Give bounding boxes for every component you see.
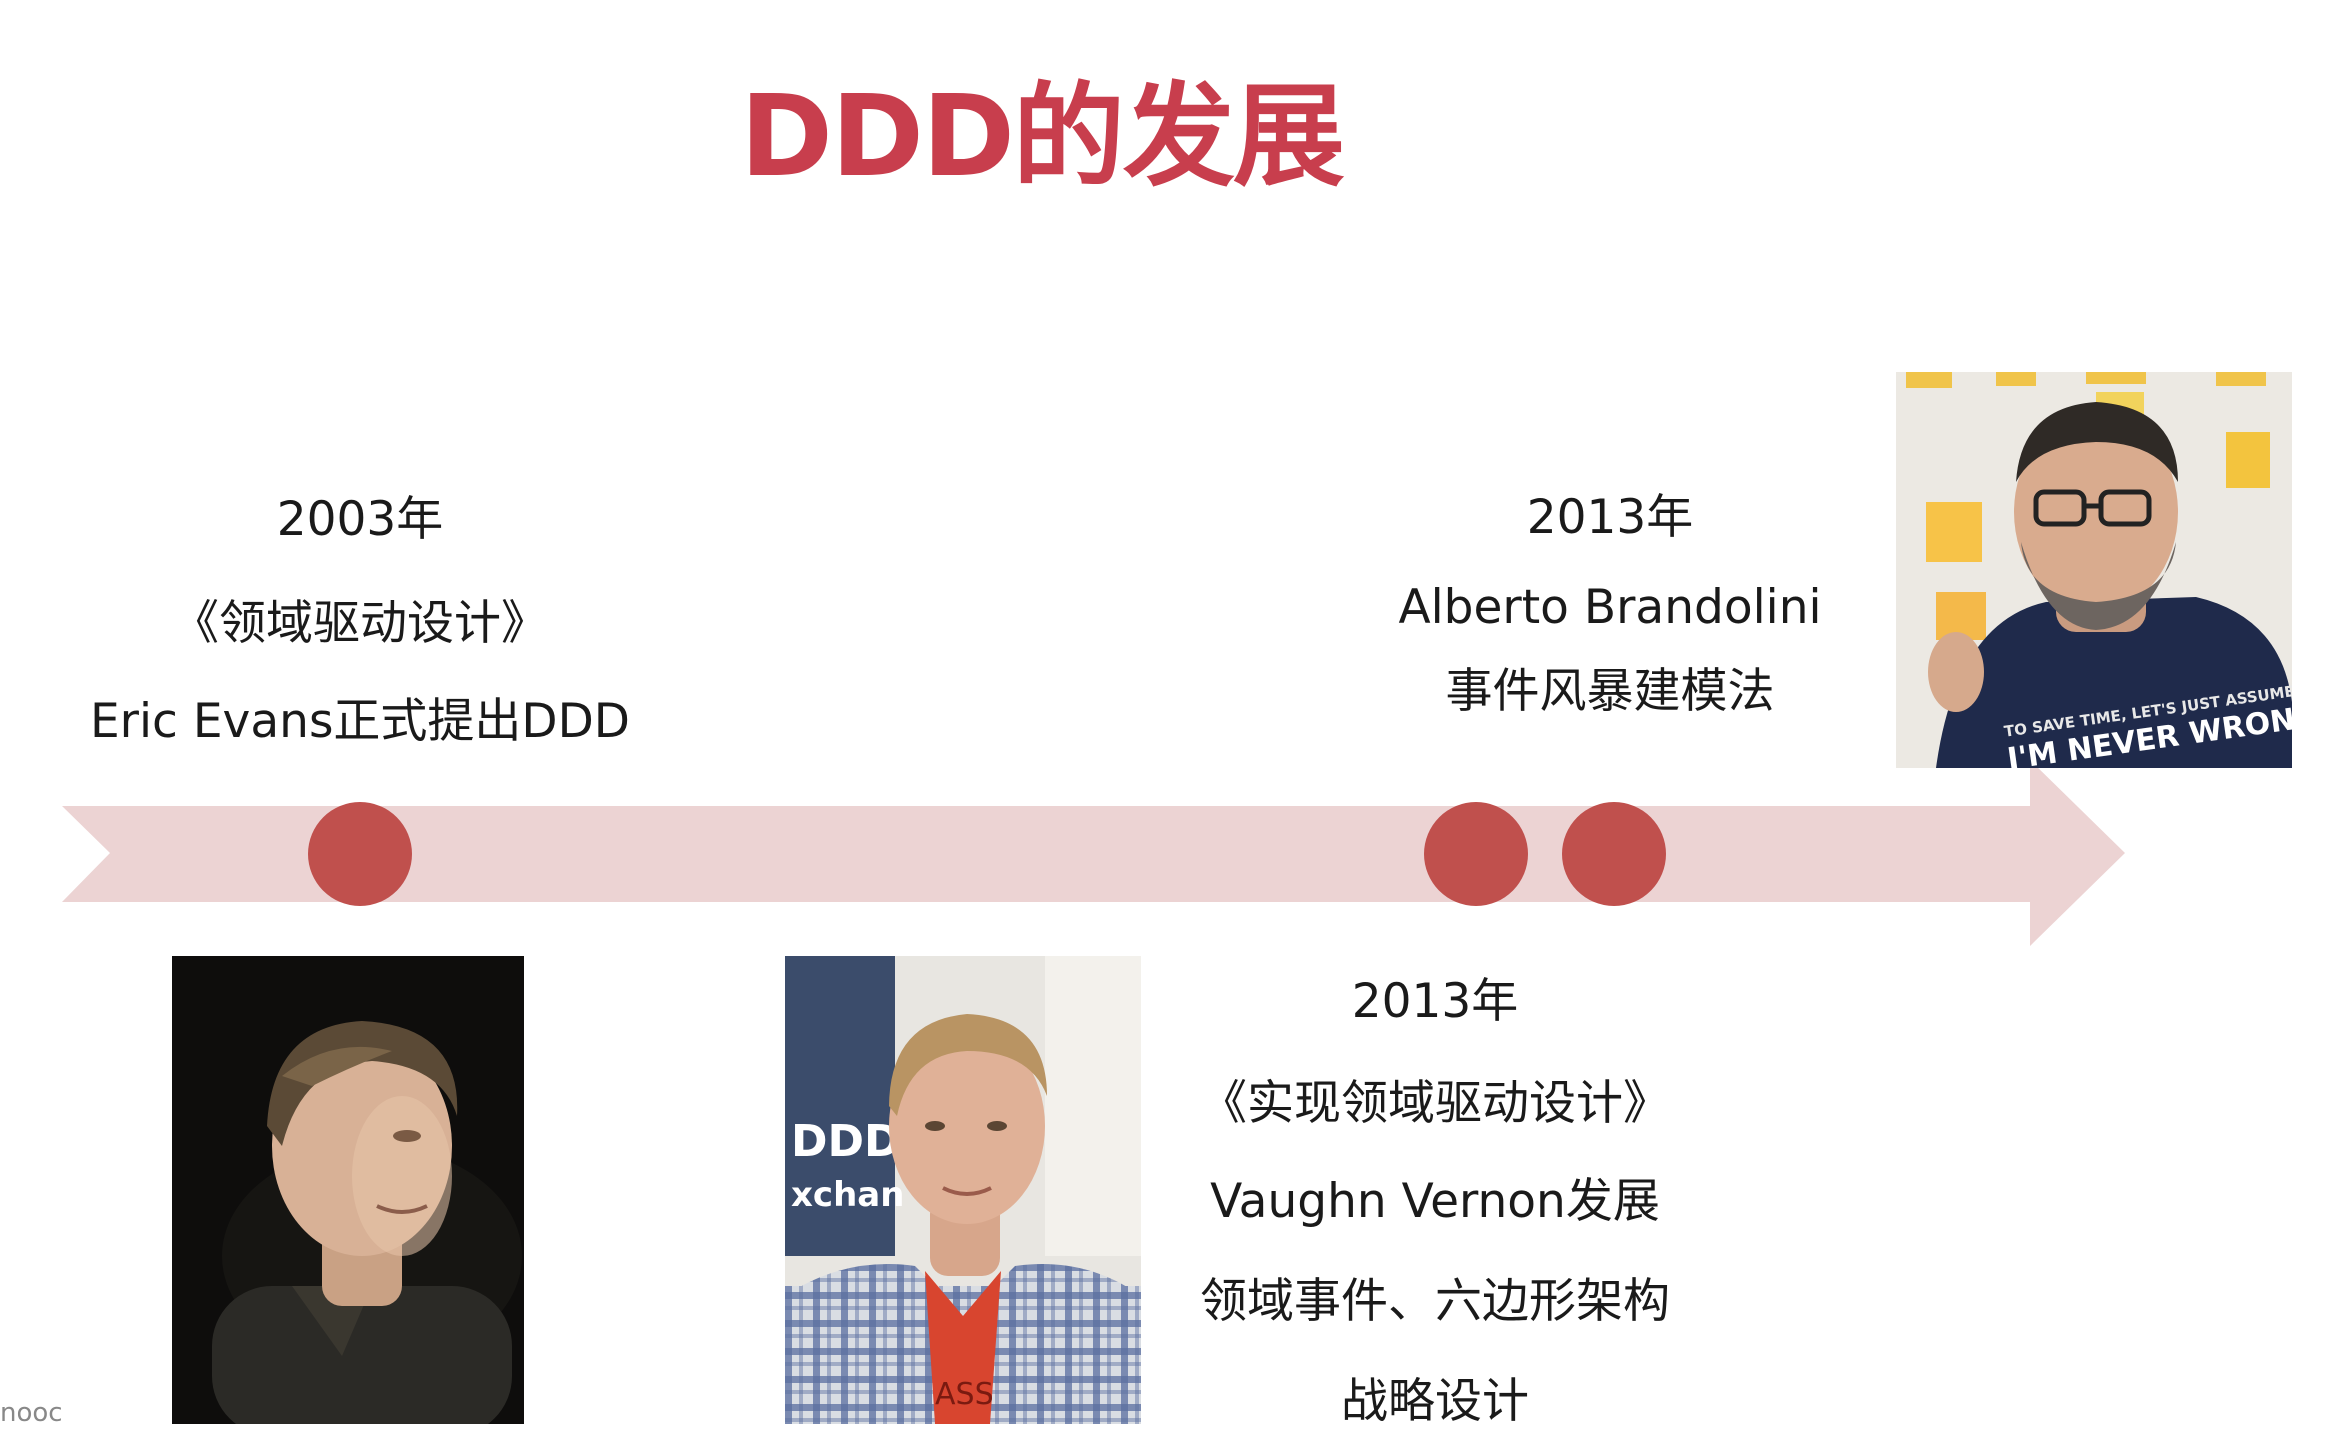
event-2003-detail: Eric Evans正式提出DDD: [89, 694, 631, 749]
event-2013-vernon-year: 2013年: [1351, 974, 1519, 1029]
timeline-dot-2013-vernon: [1424, 802, 1528, 906]
event-2013-vernon-detail1: 领域事件、六边形架构: [1200, 1274, 1670, 1329]
event-2013-brandolini-year: 2013年: [1526, 490, 1694, 545]
vaughn-vernon-photo: DDD xchan ASS: [785, 956, 1141, 1424]
svg-text:xchan: xchan: [791, 1175, 904, 1215]
eric-evans-photo: [172, 956, 524, 1424]
event-2013-brandolini-person: Alberto Brandolini: [1398, 580, 1822, 635]
event-2013-brandolini-detail: 事件风暴建模法: [1445, 664, 1775, 719]
event-2003-book: 《领域驱动设计》: [172, 596, 548, 651]
event-2003-year: 2003年: [276, 492, 444, 547]
event-2013-vernon-person: Vaughn Vernon发展: [1210, 1174, 1660, 1229]
svg-text:ASS: ASS: [935, 1377, 994, 1412]
event-2013-vernon-book: 《实现领域驱动设计》: [1200, 1076, 1670, 1131]
event-2013-vernon-detail2: 战略设计: [1341, 1374, 1529, 1429]
footer-watermark: nooc: [0, 1398, 63, 1428]
timeline-dot-2003: [308, 802, 412, 906]
alberto-brandolini-photo: TO SAVE TIME, LET'S JUST ASSUME I'M NEVE…: [1896, 372, 2292, 768]
ddd-exchange-banner-text: DDD: [791, 1116, 901, 1167]
timeline-dot-2013-brandolini: [1562, 802, 1666, 906]
